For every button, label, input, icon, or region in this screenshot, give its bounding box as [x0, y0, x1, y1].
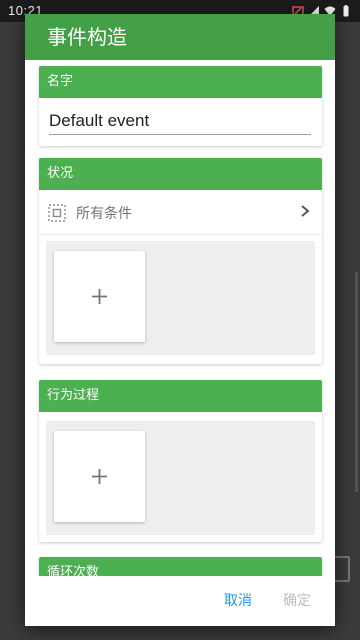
plus-icon	[92, 469, 107, 484]
select-all-icon	[48, 204, 66, 222]
condition-section-header: 状况	[39, 158, 322, 190]
condition-card: 状况 所有条件	[39, 158, 322, 364]
dialog-actions: 取消 确定	[25, 576, 335, 626]
dialog-title: 事件构造	[25, 14, 335, 60]
cancel-button[interactable]: 取消	[224, 590, 252, 610]
event-builder-dialog: 事件构造 名字 状况 所有条件	[25, 14, 335, 626]
loop-section-header: 循环次数	[39, 557, 322, 576]
condition-mode-label: 所有条件	[76, 206, 132, 222]
action-card: 行为过程	[39, 380, 322, 542]
ok-button[interactable]: 确定	[283, 590, 311, 610]
add-action-button[interactable]	[54, 431, 145, 522]
action-section-header: 行为过程	[39, 380, 322, 412]
chevron-right-icon	[301, 205, 310, 217]
add-condition-button[interactable]	[54, 251, 145, 342]
background-scrollbar	[355, 272, 358, 492]
dialog-body[interactable]: 名字 状况 所有条件	[25, 60, 335, 576]
condition-slot-area	[46, 241, 315, 355]
condition-mode-row[interactable]: 所有条件	[39, 190, 322, 235]
plus-icon	[92, 289, 107, 304]
name-section-header: 名字	[39, 66, 322, 98]
name-card: 名字	[39, 66, 322, 146]
battery-icon	[343, 5, 349, 17]
action-slot-area	[46, 421, 315, 535]
loop-count-card: 循环次数	[39, 557, 322, 576]
event-name-input[interactable]	[49, 108, 311, 135]
